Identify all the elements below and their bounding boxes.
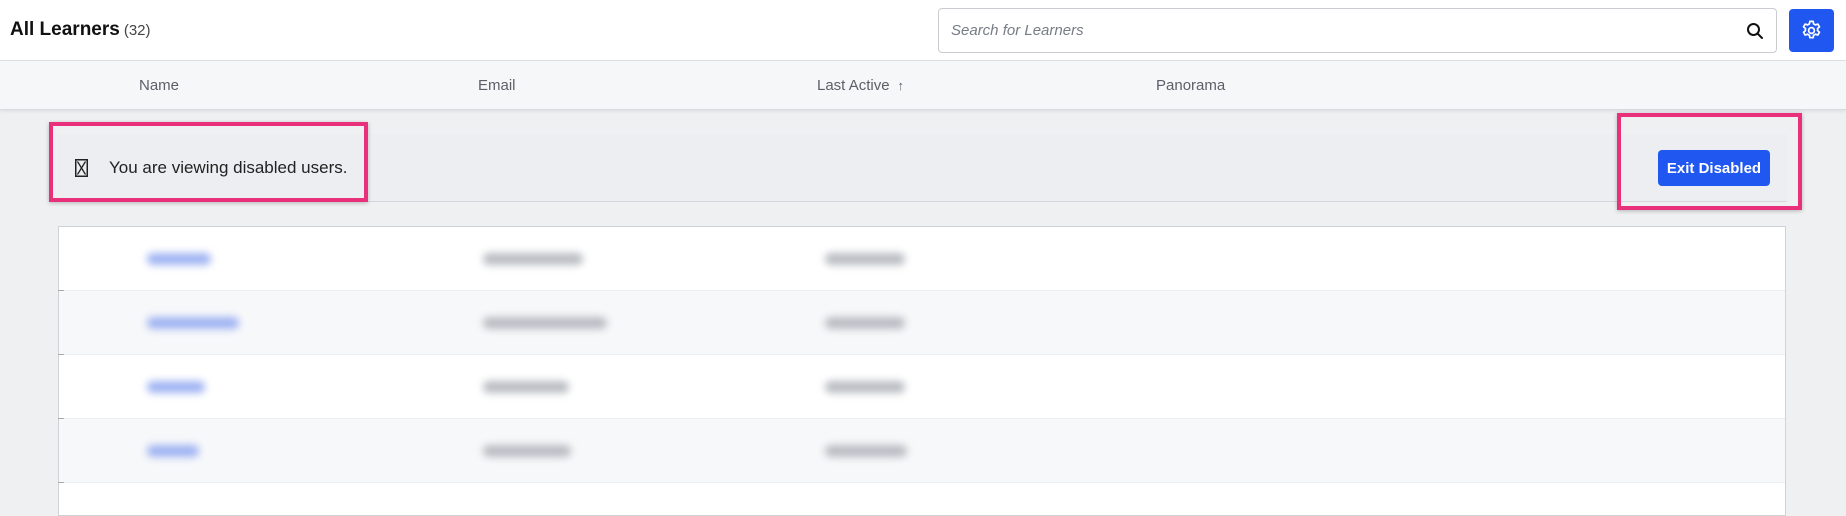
blurred-cell — [825, 317, 905, 329]
page-title-text: All Learners — [10, 19, 120, 40]
search-box[interactable] — [938, 8, 1777, 53]
sort-ascending-icon: ↑ — [897, 78, 905, 93]
page-title: All Learners (32) — [10, 19, 151, 41]
row-divider-tick — [58, 482, 64, 483]
search-input[interactable] — [939, 9, 1776, 52]
blurred-cell — [147, 317, 239, 329]
blurred-cell — [483, 317, 607, 329]
top-bar: All Learners (32) — [0, 0, 1846, 61]
blurred-cell — [147, 253, 211, 265]
search-icon[interactable] — [1746, 22, 1764, 40]
blurred-cell — [483, 253, 583, 265]
blurred-cell — [147, 445, 199, 457]
table-row[interactable] — [59, 355, 1785, 419]
learner-table — [58, 226, 1786, 516]
blurred-cell — [147, 381, 205, 393]
blurred-cell — [483, 381, 569, 393]
column-header-last-active-label: Last Active — [817, 77, 890, 94]
column-header-panorama[interactable]: Panorama — [1156, 77, 1225, 94]
column-header-row: Name Email Last Active ↑ Panorama — [0, 61, 1846, 110]
blurred-cell — [483, 445, 571, 457]
learner-count: (32) — [123, 22, 151, 39]
blurred-cell — [825, 381, 905, 393]
table-row[interactable] — [59, 291, 1785, 355]
row-divider-tick — [58, 290, 64, 291]
blurred-cell — [825, 445, 907, 457]
row-divider-tick — [58, 354, 64, 355]
gear-icon — [1802, 20, 1821, 39]
settings-button[interactable] — [1789, 9, 1834, 52]
table-row[interactable] — [59, 227, 1785, 291]
highlight-box-exit-button — [1617, 113, 1802, 210]
blurred-cell — [825, 253, 905, 265]
row-divider-tick — [58, 418, 64, 419]
column-header-email[interactable]: Email — [478, 77, 516, 94]
highlight-box-message — [49, 122, 368, 202]
table-row[interactable] — [59, 419, 1785, 483]
column-header-last-active[interactable]: Last Active ↑ — [817, 77, 904, 94]
column-header-name[interactable]: Name — [139, 77, 179, 94]
